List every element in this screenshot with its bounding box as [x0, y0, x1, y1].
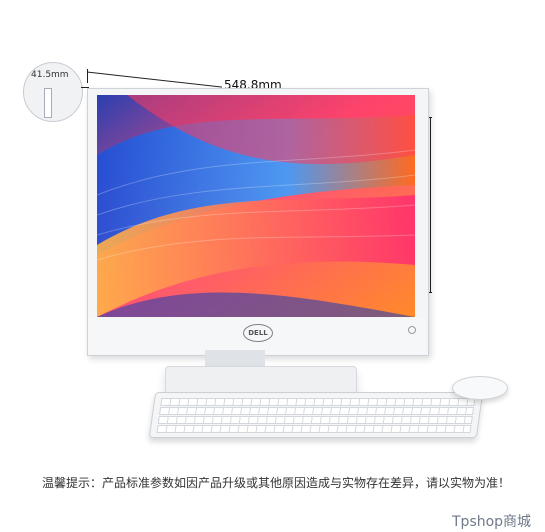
power-button	[408, 326, 416, 334]
disclaimer-text: 温馨提示：产品标准参数如因产品升级或其他原因造成与实物存在差异，请以实物为准！	[42, 476, 511, 490]
thickness-label: 41.5mm	[31, 70, 69, 80]
key-row	[160, 398, 476, 406]
mouse-icon	[452, 376, 508, 400]
keyboard-icon	[148, 392, 484, 438]
key-row	[156, 425, 472, 433]
key-row	[157, 416, 473, 424]
watermark: Tpshop商城	[452, 514, 532, 530]
side-profile-icon	[44, 88, 52, 118]
brand-logo: DELL	[243, 324, 273, 342]
height-dimension-line	[430, 117, 431, 293]
monitor-screen	[97, 95, 415, 317]
key-row	[159, 407, 475, 415]
